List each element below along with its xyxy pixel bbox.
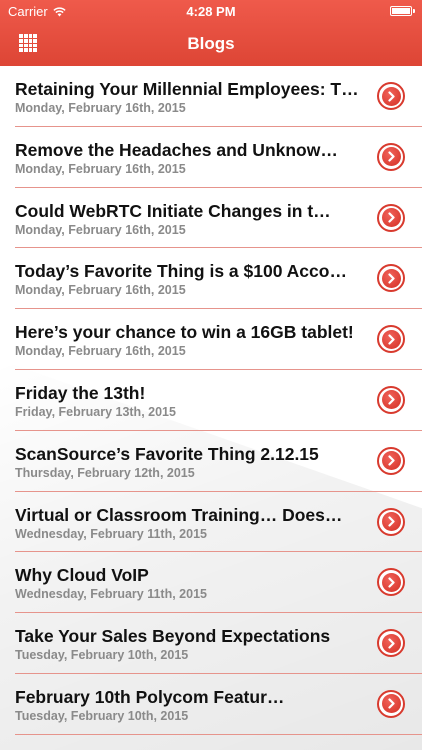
blog-date: Monday, February 16th, 2015 [15,101,186,115]
open-post-button[interactable] [377,446,405,475]
page-title: Blogs [187,34,235,53]
blog-row[interactable]: Here’s your chance to win a 16GB tablet!… [0,309,422,370]
blog-date: Monday, February 16th, 2015 [15,222,186,237]
blog-row[interactable]: Virtual or Classroom Training… Does… Wedn… [0,492,422,553]
blog-date: Thursday, February 12th, 2015 [15,465,195,480]
open-post-button[interactable] [377,629,405,658]
blog-title: Retaining Your Millennial Employees: T… [15,79,359,99]
blog-date: Monday, February 16th, 2015 [15,283,186,298]
open-post-button[interactable] [377,385,405,414]
status-bar: Carrier 4:28 PM [0,0,422,22]
blog-title: February 10th Polycom Featur… [15,686,285,707]
chevron-right-icon [381,329,401,349]
blog-title: Take Your Sales Beyond Expectations [15,626,331,647]
header: Carrier 4:28 PM Blogs [0,0,422,66]
chevron-right-icon [381,147,401,167]
blog-row[interactable]: Today’s Favorite Thing is a $100 Acco… Mo… [0,248,422,309]
chevron-right-icon [381,512,401,532]
blog-date: Monday, February 16th, 2015 [15,344,186,359]
open-post-button[interactable] [377,689,405,718]
blog-title: Remove the Headaches and Unknow… [15,139,338,160]
open-post-button[interactable] [377,203,405,232]
blog-row[interactable]: Friday the 13th! Friday, February 13th, 2… [0,370,422,431]
blog-row[interactable]: Why Cloud VoIP Wednesday, February 11th, … [0,552,422,613]
blog-date: Wednesday, February 11th, 2015 [15,526,207,541]
blog-title: Here’s your chance to win a 16GB tablet! [15,322,354,343]
blog-row[interactable]: Remove the Headaches and Unknow… Monday, … [0,127,422,188]
open-post-button[interactable] [377,568,405,597]
nav-bar: Blogs [0,22,422,66]
chevron-right-icon [381,268,401,288]
open-post-button[interactable] [377,82,405,110]
blog-title: Friday the 13th! [15,382,146,403]
blog-title: Why Cloud VoIP [15,565,149,586]
blog-row[interactable]: Take Your Sales Beyond Expectations Tuesd… [0,613,422,674]
chevron-right-icon [381,390,401,410]
blog-date: Tuesday, February 10th, 2015 [15,648,189,663]
status-time: 4:28 PM [186,4,236,19]
blog-row[interactable]: February 10th Polycom Featur… Tuesday, Fe… [0,674,422,735]
open-post-button[interactable] [377,325,405,354]
chevron-right-icon [381,86,401,106]
blog-row[interactable]: Could WebRTC Initiate Changes in t… Monda… [0,188,422,249]
battery-icon [390,6,415,16]
blog-title: ScanSource’s Favorite Thing 2.12.15 [15,443,319,464]
blog-title: Today’s Favorite Thing is a $100 Acco… [15,261,347,282]
blog-date: Monday, February 16th, 2015 [15,161,186,176]
blog-date: Wednesday, February 11th, 2015 [15,587,207,602]
battery-level [392,8,410,14]
blog-date: Friday, February 13th, 2015 [15,404,176,419]
blog-row[interactable]: Retaining Your Millennial Employees: T… M… [0,66,422,127]
blog-date: Tuesday, February 10th, 2015 [15,708,189,723]
chevron-right-icon [381,451,401,471]
open-post-button[interactable] [377,264,405,293]
blog-title: Virtual or Classroom Training… Does… [15,504,343,525]
open-post-button[interactable] [377,507,405,536]
blog-title: Could WebRTC Initiate Changes in t… [15,200,331,221]
chevron-right-icon [381,572,401,592]
blog-row[interactable]: ScanSource’s Favorite Thing 2.12.15 Thurs… [0,431,422,492]
chevron-right-icon [381,208,401,228]
blog-list: Retaining Your Millennial Employees: T… M… [0,66,422,735]
chevron-right-icon [381,633,401,653]
chevron-right-icon [381,694,401,714]
open-post-button[interactable] [377,142,405,171]
